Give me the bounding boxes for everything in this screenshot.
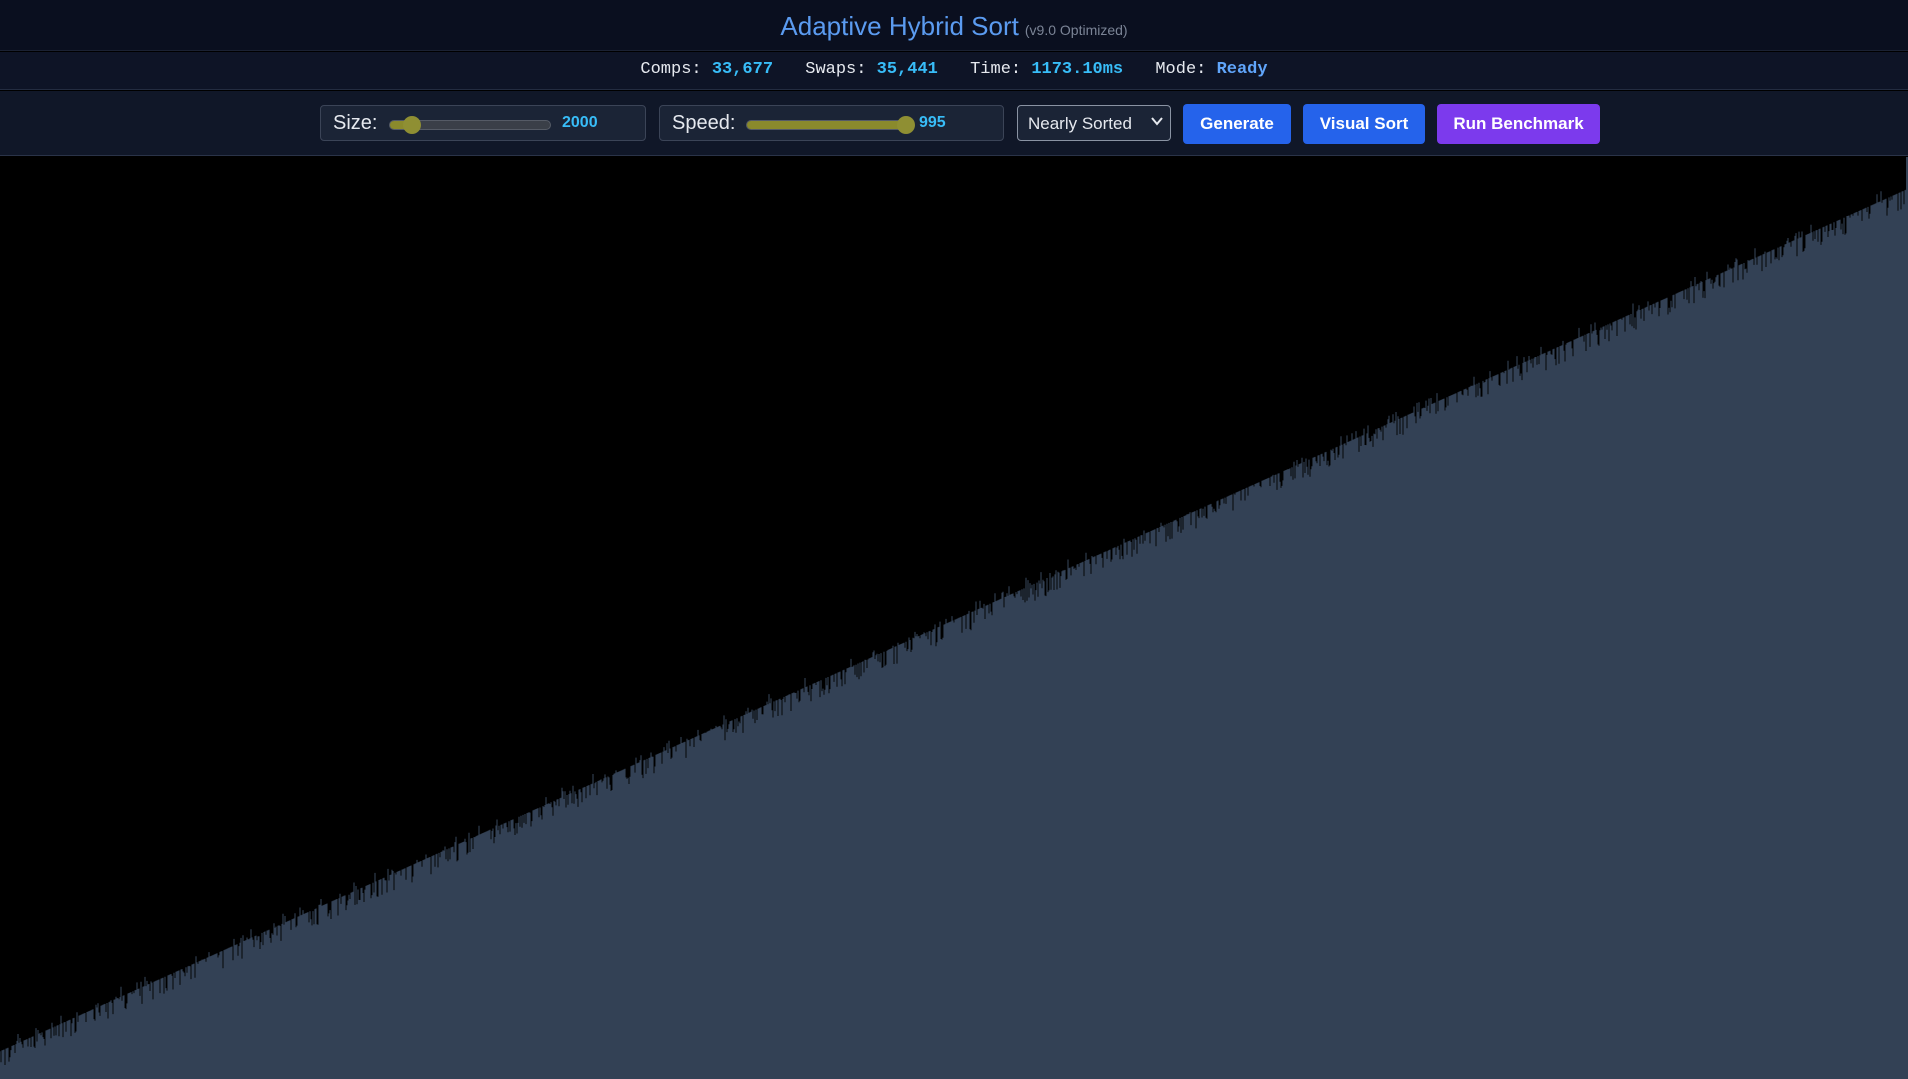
run-benchmark-button[interactable]: Run Benchmark	[1437, 104, 1600, 144]
stat-mode-value: Ready	[1216, 60, 1268, 79]
app-title: Adaptive Hybrid Sort	[780, 11, 1019, 41]
speed-slider-thumb[interactable]	[897, 116, 916, 134]
stat-swaps-label: Swaps:	[805, 60, 867, 79]
chevron-down-icon	[1151, 117, 1163, 126]
speed-value: 995	[919, 114, 946, 131]
speed-label: Speed:	[672, 112, 736, 134]
app-version: (v9.0 Optimized)	[1024, 22, 1128, 38]
stat-time-value: 1173.10ms	[1031, 60, 1124, 79]
array-bars	[0, 189, 1908, 1079]
size-slider-thumb[interactable]	[403, 116, 422, 134]
visual-sort-button[interactable]: Visual Sort	[1303, 104, 1425, 144]
distribution-selected-value: Nearly Sorted	[1028, 114, 1132, 133]
size-label: Size:	[333, 112, 378, 134]
stat-swaps: Swaps: 35,441	[805, 60, 948, 79]
stat-comps: Comps: 33,677	[640, 60, 783, 79]
stat-mode: Mode: Ready	[1155, 60, 1267, 79]
stat-swaps-value: 35,441	[876, 60, 938, 79]
speed-slider[interactable]	[746, 116, 916, 134]
controls-bar: Size: 2000 Speed: 995 Nearly Sorted Gene…	[0, 91, 1908, 156]
size-slider[interactable]	[389, 116, 551, 134]
speed-control: Speed: 995	[659, 105, 1004, 141]
size-value: 2000	[562, 114, 598, 131]
speed-slider-fill	[747, 121, 907, 129]
bars-chart	[0, 189, 1908, 1079]
stat-comps-label: Comps:	[640, 60, 702, 79]
stat-time: Time: 1173.10ms	[970, 60, 1133, 79]
stat-comps-value: 33,677	[711, 60, 774, 79]
size-control: Size: 2000	[320, 105, 646, 141]
stat-mode-label: Mode:	[1155, 60, 1207, 79]
stats-bar: Comps: 33,677 Swaps: 35,441 Time: 1173.1…	[0, 52, 1908, 90]
app-header: Adaptive Hybrid Sort (v9.0 Optimized)	[0, 0, 1908, 51]
stat-time-label: Time:	[970, 60, 1022, 79]
sort-visualization-canvas	[0, 157, 1908, 1079]
distribution-select[interactable]: Nearly Sorted	[1017, 105, 1171, 141]
generate-button[interactable]: Generate	[1183, 104, 1291, 144]
